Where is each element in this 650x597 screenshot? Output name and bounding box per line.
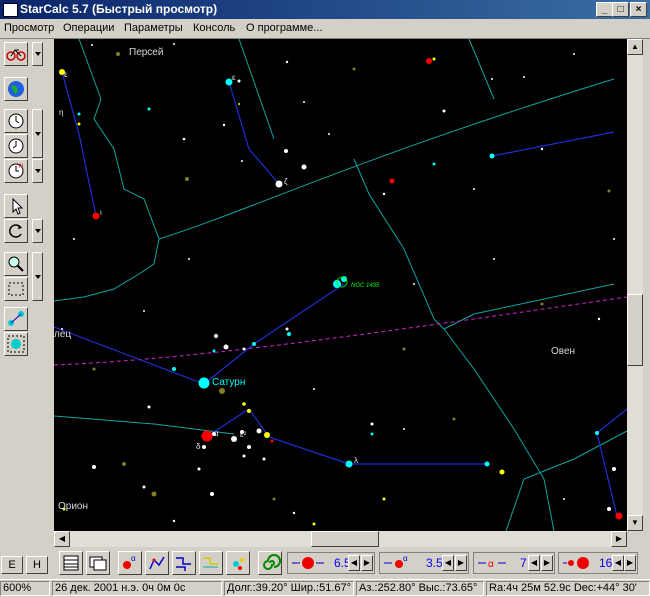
east-button[interactable]: E <box>1 556 23 574</box>
app-icon <box>3 3 18 17</box>
scroll-up-button[interactable]: ▲ <box>627 39 643 55</box>
greek-label: λ <box>354 456 358 465</box>
constellation-orion: Орион <box>58 501 88 512</box>
spinner-up[interactable]: ▶ <box>624 555 636 571</box>
time-dropdown[interactable] <box>32 109 43 158</box>
vertical-scrollbar[interactable]: ▲ ▼ <box>627 39 643 531</box>
spinner-up[interactable]: ▶ <box>455 555 467 571</box>
bottom-toolbar: E H α 6.5 ◀ ▶ α 3.5 ◀ ▶ α 7 ◀ ▶ 16 ◀ ▶ <box>0 548 650 578</box>
constellation-partial: лец <box>54 329 71 340</box>
label-magnitude-value: 3.5 <box>426 556 443 570</box>
spinner-down[interactable]: ◀ <box>612 555 624 571</box>
scroll-down-button[interactable]: ▼ <box>627 515 643 531</box>
star-size-value: 16 <box>599 556 613 570</box>
star-magnitude-spinner[interactable]: 6.5 ◀ ▶ <box>287 552 375 574</box>
greek-label: η <box>59 108 63 117</box>
title-bar: StarCalc 5.7 (Быстрый просмотр) _ □ × <box>0 0 650 19</box>
status-bar: 600% 26 дек. 2001 н.э. 0ч 0м 0с Долг.:39… <box>0 579 650 597</box>
label-magnitude-spinner[interactable]: α 3.5 ◀ ▶ <box>379 552 469 574</box>
spinner-down[interactable]: ◀ <box>348 555 360 571</box>
close-button[interactable]: × <box>630 2 647 17</box>
zoom-icon[interactable] <box>4 252 28 276</box>
status-radec: Ra:4ч 25м 52.9с Dec:+44° 30' <box>486 581 650 596</box>
status-coords: Долг.:39.20° Шир.:51.67° <box>224 581 354 596</box>
greek-label: ε <box>64 70 68 79</box>
bicycle-dropdown[interactable] <box>32 42 43 66</box>
star-size-spinner[interactable]: 16 ◀ ▶ <box>558 552 638 574</box>
names-icon[interactable] <box>199 551 223 575</box>
spinner-up[interactable]: ▶ <box>541 555 553 571</box>
scroll-right-button[interactable]: ▶ <box>611 531 627 547</box>
greek-label: ι <box>100 208 102 217</box>
constellation-lines-icon[interactable] <box>145 551 169 575</box>
spiral-icon[interactable] <box>258 551 282 575</box>
horizontal-scrollbar[interactable]: ◀ ▶ <box>54 531 627 547</box>
greek-label: ε <box>232 73 236 82</box>
ngc-label: NGC 1435 <box>351 283 380 289</box>
name-magnitude-spinner[interactable]: α 7 ◀ ▶ <box>473 552 555 574</box>
constellation-aries: Овен <box>551 346 575 357</box>
status-azalt: Аз.:252.80° Выс.:73.65° <box>356 581 484 596</box>
left-toolbar: N <box>0 39 52 550</box>
planets-icon[interactable] <box>226 551 250 575</box>
status-date: 26 дек. 2001 н.э. 0ч 0м 0с <box>52 581 222 596</box>
alpha-star-icon[interactable]: α <box>118 551 142 575</box>
north-button[interactable]: H <box>26 556 48 574</box>
spinner-down[interactable]: ◀ <box>442 555 454 571</box>
saturn-label: Сатурн <box>212 377 245 388</box>
rotate-dropdown[interactable] <box>32 219 43 243</box>
clock-now-icon[interactable]: N <box>4 159 28 183</box>
clock-icon[interactable] <box>4 109 28 133</box>
menu-view[interactable]: Просмотр <box>4 22 54 34</box>
svg-text:α: α <box>131 554 136 563</box>
greek-label: ε² <box>240 430 247 439</box>
clock-now-dropdown[interactable] <box>32 159 43 183</box>
menu-operations[interactable]: Операции <box>63 22 114 34</box>
zoom-dropdown[interactable] <box>32 252 43 301</box>
pointer-icon[interactable] <box>4 194 28 218</box>
svg-text:α: α <box>403 554 408 563</box>
clock-back-icon[interactable] <box>4 134 28 158</box>
greek-label: α <box>214 429 219 438</box>
svg-text:N: N <box>19 164 23 170</box>
constellation-perseus: Персей <box>129 47 163 58</box>
maximize-button[interactable]: □ <box>612 2 629 17</box>
boundaries-icon[interactable] <box>172 551 196 575</box>
table-icon[interactable] <box>59 551 83 575</box>
name-magnitude-value: 7 <box>520 556 527 570</box>
spinner-down[interactable]: ◀ <box>528 555 540 571</box>
list-icon[interactable] <box>86 551 110 575</box>
vertical-scroll-thumb[interactable] <box>627 294 643 366</box>
status-zoom: 600% <box>0 581 50 596</box>
spinner-up[interactable]: ▶ <box>361 555 373 571</box>
globe-icon[interactable] <box>4 77 28 101</box>
measure-icon[interactable] <box>4 307 28 331</box>
horizontal-scroll-thumb[interactable] <box>311 531 379 547</box>
target-icon[interactable] <box>4 332 28 356</box>
menu-settings[interactable]: Параметры <box>124 22 183 34</box>
bicycle-icon[interactable] <box>4 42 28 66</box>
window-title: StarCalc 5.7 (Быстрый просмотр) <box>20 2 218 16</box>
scroll-left-button[interactable]: ◀ <box>54 531 70 547</box>
select-area-icon[interactable] <box>4 277 28 301</box>
menu-console[interactable]: Консоль <box>193 22 235 34</box>
menu-bar: Просмотр Операции Параметры Консоль О пр… <box>0 19 650 39</box>
minimize-button[interactable]: _ <box>596 2 613 17</box>
svg-text:α: α <box>488 559 494 570</box>
menu-about[interactable]: О программе... <box>246 22 322 34</box>
star-map[interactable]: NGC 1435 Персей Овен Орион лец Сатурн ε … <box>54 39 627 531</box>
greek-label: ζ <box>284 177 288 186</box>
greek-label: δ <box>196 442 201 451</box>
rotate-icon[interactable] <box>4 219 28 243</box>
